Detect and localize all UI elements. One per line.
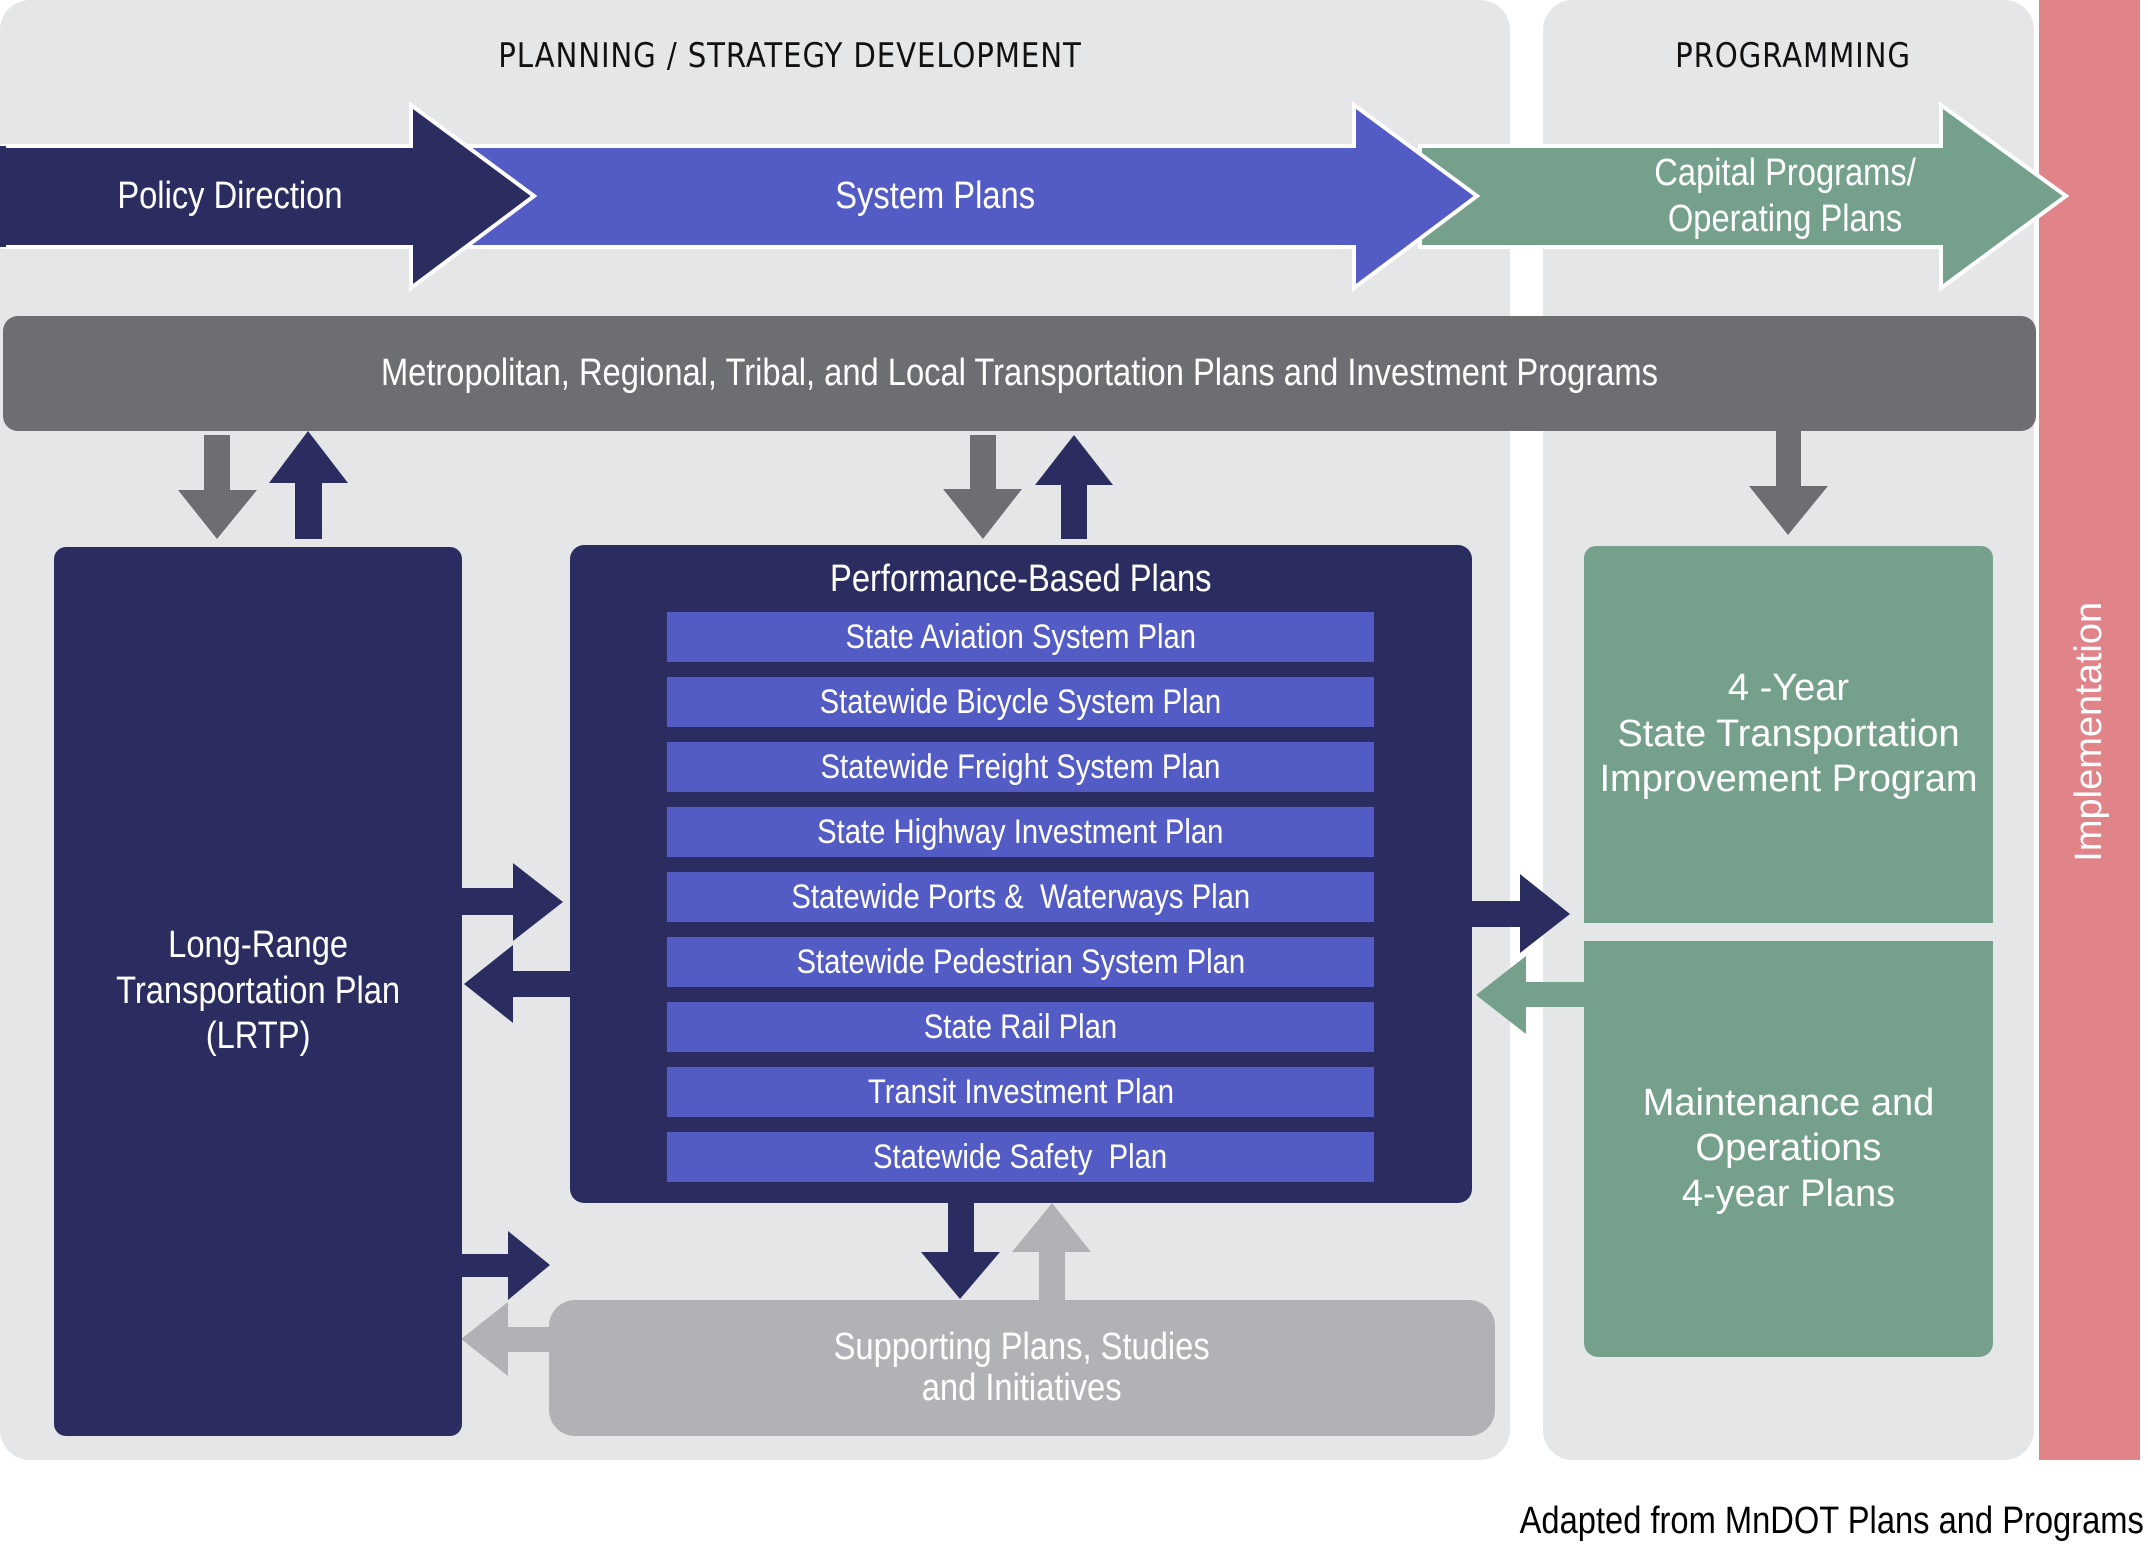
lrtp-to-supporting-arrow [461, 1231, 550, 1300]
policy-direction-label: Policy Direction [40, 146, 420, 247]
plan-item: State Rail Plan [667, 1002, 1374, 1052]
lrtp-text: Long-Range Transportation Plan (LRTP) [116, 924, 400, 1058]
plan-item-label: Statewide Safety Plan [873, 1137, 1168, 1176]
maintenance-to-pbp-arrow [1476, 956, 1584, 1034]
lrtp-to-pbp-arrow [461, 863, 563, 941]
stip-text: 4 -Year State Transportation Improvement… [1599, 667, 1978, 801]
attribution-note: Adapted from MnDOT Plans and Programs [1418, 1500, 2144, 1543]
stip-label: 4 -Year State Transportation Improvement… [1584, 546, 1993, 923]
capital-programs-label: Capital Programs/ Operating Plans [1570, 146, 2000, 247]
plan-item-label: Statewide Pedestrian System Plan [796, 942, 1245, 981]
metro-to-lrtp-arrow [178, 435, 257, 539]
pbp-to-stip-arrow [1470, 874, 1570, 953]
plan-item-label: State Aviation System Plan [845, 617, 1196, 656]
implementation-text: Implementation [2067, 602, 2110, 862]
implementation-label: Implementation [2039, 602, 2140, 862]
maintenance-operations-label: Maintenance and Operations 4-year Plans [1584, 941, 1993, 1357]
plan-item: Statewide Safety Plan [667, 1132, 1374, 1182]
plan-item-label: Transit Investment Plan [867, 1072, 1174, 1111]
pbp-to-supporting-arrow [921, 1200, 1000, 1299]
performance-based-plans-title-text: Performance-Based Plans [830, 558, 1212, 601]
plan-item-label: State Highway Investment Plan [817, 812, 1224, 851]
plan-item-label: Statewide Freight System Plan [820, 747, 1221, 786]
system-plans-label: System Plans [600, 146, 1270, 247]
metro-regional-plans-label: Metropolitan, Regional, Tribal, and Loca… [3, 316, 2036, 431]
plan-item: Statewide Freight System Plan [667, 742, 1374, 792]
pbp-to-lrtp-arrow [464, 945, 570, 1023]
supporting-to-pbp-arrow [1012, 1203, 1091, 1302]
lrtp-to-metro-arrow [269, 431, 348, 539]
metro-to-stip-arrow [1749, 431, 1828, 535]
system-plans-text: System Plans [835, 174, 1035, 217]
supporting-to-lrtp-arrow [461, 1302, 560, 1376]
performance-based-plans-title: Performance-Based Plans [570, 556, 1472, 604]
policy-direction-text: Policy Direction [117, 174, 343, 217]
attribution-text: Adapted from MnDOT Plans and Programs [1519, 1500, 2144, 1542]
metro-regional-plans-text: Metropolitan, Regional, Tribal, and Loca… [380, 351, 1659, 394]
plan-item: Statewide Bicycle System Plan [667, 677, 1374, 727]
metro-to-pbp-arrow [943, 435, 1022, 539]
capital-programs-text: Capital Programs/ Operating Plans [1654, 151, 1916, 240]
plan-item-label: State Rail Plan [923, 1007, 1118, 1046]
supporting-plans-label: Supporting Plans, Studies and Initiative… [549, 1300, 1495, 1436]
plan-item-label: Statewide Bicycle System Plan [819, 682, 1222, 721]
plan-item: Transit Investment Plan [667, 1067, 1374, 1117]
lrtp-label: Long-Range Transportation Plan (LRTP) [54, 547, 462, 1436]
supporting-plans-text: Supporting Plans, Studies and Initiative… [833, 1325, 1211, 1409]
plan-item: Statewide Pedestrian System Plan [667, 937, 1374, 987]
maintenance-operations-text: Maintenance and Operations 4-year Plans [1642, 1081, 1935, 1215]
plan-item: State Highway Investment Plan [667, 807, 1374, 857]
plan-item: Statewide Ports & Waterways Plan [667, 872, 1374, 922]
pbp-to-metro-arrow [1035, 435, 1113, 539]
plan-item: State Aviation System Plan [667, 612, 1374, 662]
plan-item-label: Statewide Ports & Waterways Plan [791, 877, 1250, 916]
